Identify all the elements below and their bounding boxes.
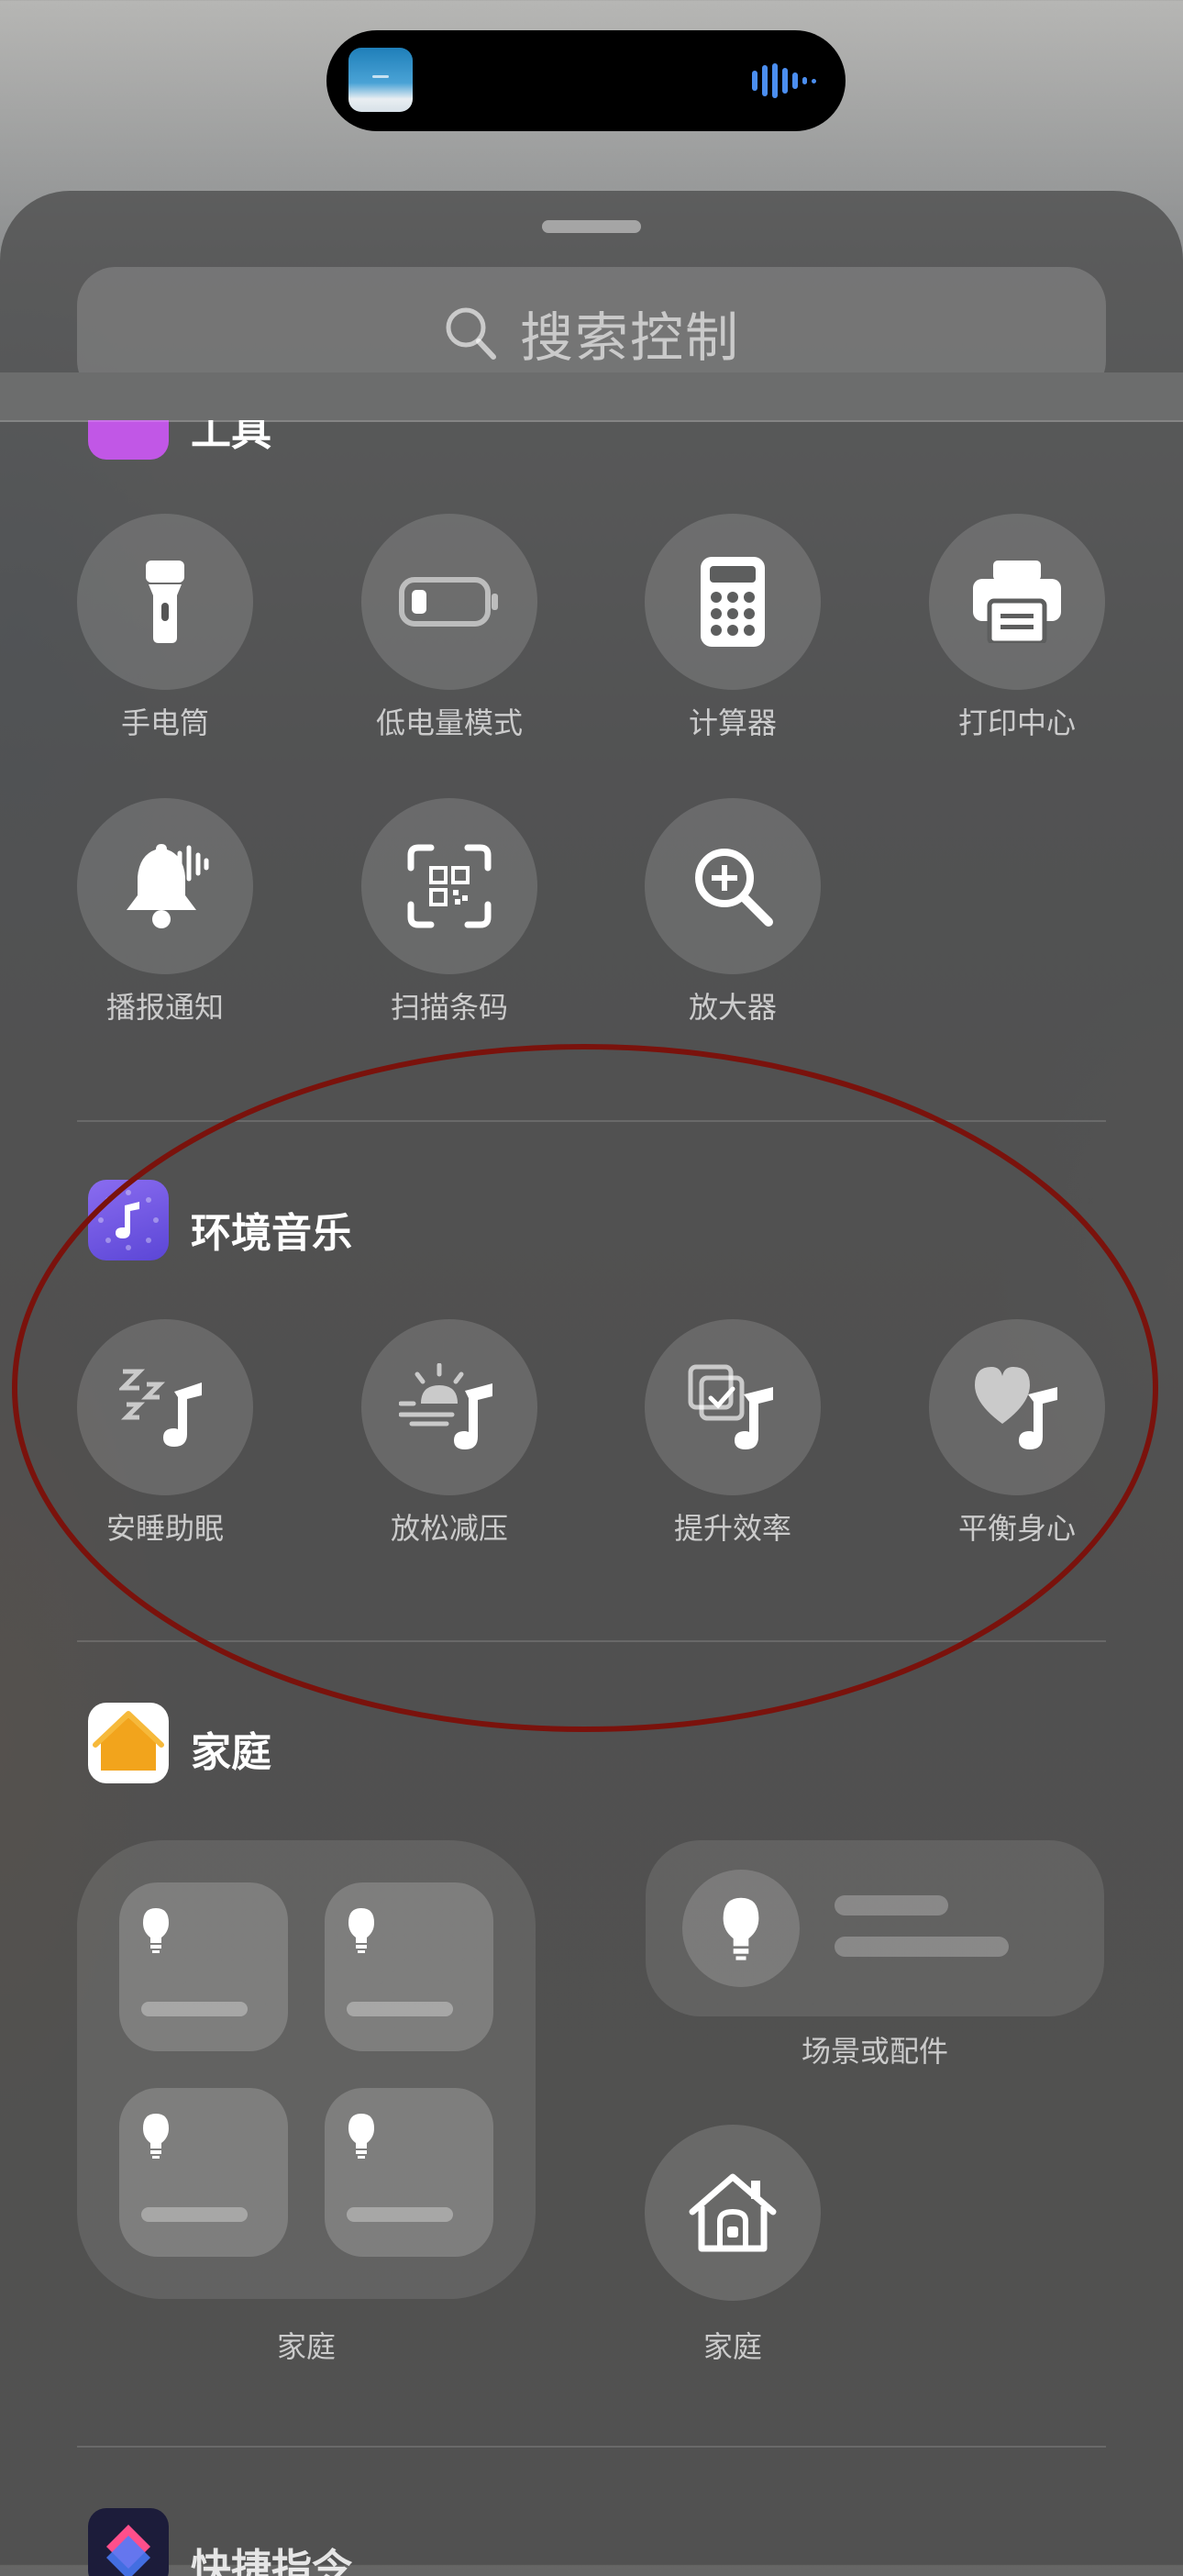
light-tile[interactable] [119,1882,288,2051]
tools-header-mask [0,372,1183,420]
placeholder-bar [347,2207,453,2222]
home-app-icon [88,1703,169,1783]
search-icon [446,307,496,360]
productivity-music-button[interactable] [645,1319,821,1495]
home-accessories-tile[interactable] [77,1840,536,2299]
ambient-label: 平衡身心 [957,1512,1076,1545]
low-power-mode-button[interactable] [361,514,537,690]
print-center-button[interactable] [929,514,1105,690]
home-button[interactable] [645,2125,821,2301]
tool-label: 播报通知 [105,991,224,1024]
home-section-title: 家庭 [191,1730,271,1775]
scene-icon-circle [682,1870,800,1987]
tool-label: 计算器 [688,706,777,739]
tool-label: 扫描条码 [390,991,508,1024]
sleep-music-icon [119,1369,202,1447]
light-tile[interactable] [325,1882,493,2051]
controls-panel: 搜索控制 工具 手电筒 低电量模式 计算器 打印中心 播报通知 扫描条码 放大器… [0,191,1183,2576]
artwork-thumbnail [348,48,413,112]
shortcuts-icon [106,2525,150,2576]
home-button-label: 家庭 [702,2330,762,2363]
productivity-music-icon [688,1364,773,1449]
search-divider-overlay [0,420,1183,422]
balance-music-button[interactable] [929,1319,1105,1495]
house-icon [93,1711,164,1771]
sleep-music-button[interactable] [77,1319,253,1495]
announce-bell-icon [127,844,209,928]
section-divider [77,1640,1106,1642]
search-placeholder: 搜索控制 [519,308,740,368]
bulb-icon [143,2114,169,2159]
announce-notifications-button[interactable] [77,798,253,974]
sheet-grabber[interactable] [542,220,641,233]
magnifier-button[interactable] [645,798,821,974]
tool-label: 放大器 [688,991,777,1024]
placeholder-bar [835,1937,1009,1957]
printer-icon [973,561,1061,643]
section-divider [77,1120,1106,1122]
flashlight-button[interactable] [77,514,253,690]
qr-scan-icon [407,844,492,928]
sunrise-music-icon [399,1363,492,1449]
home-tile-label: 家庭 [276,2330,336,2363]
bulb-icon [143,1908,169,1953]
bulb-icon [723,1897,759,1960]
scene-label: 场景或配件 [801,2035,948,2068]
bulb-icon [348,1908,374,1953]
calculator-icon [701,557,765,647]
section-divider [77,2446,1106,2448]
ambient-label: 提升效率 [673,1512,791,1545]
tool-label: 打印中心 [957,706,1076,739]
scan-code-button[interactable] [361,798,537,974]
placeholder-bar [141,2002,248,2016]
placeholder-bar [835,1895,948,1915]
calculator-button[interactable] [645,514,821,690]
shortcuts-app-icon [88,2508,169,2576]
ambient-music-app-icon [88,1180,169,1260]
light-tile[interactable] [119,2088,288,2257]
placeholder-bar [141,2207,248,2222]
light-tile[interactable] [325,2088,493,2257]
dynamic-island[interactable] [326,30,846,131]
placeholder-bar [347,2002,453,2016]
relax-music-button[interactable] [361,1319,537,1495]
ambient-label: 放松减压 [390,1512,508,1545]
music-note-icon [98,1190,159,1250]
audio-waveform-icon [752,63,816,98]
battery-icon [399,577,498,627]
flashlight-icon [146,561,184,643]
ambient-label: 安睡助眠 [105,1512,224,1545]
tool-label: 低电量模式 [375,706,523,739]
tool-label: 手电筒 [120,706,209,739]
shortcuts-section-title: 快捷指令 [191,2547,352,2576]
bulb-icon [348,2114,374,2159]
home-icon [689,2173,777,2252]
ambient-music-section-title: 环境音乐 [191,1211,352,1256]
heart-music-icon [975,1367,1057,1449]
scene-or-accessory-tile[interactable] [646,1840,1104,2016]
magnifier-icon [695,849,773,927]
